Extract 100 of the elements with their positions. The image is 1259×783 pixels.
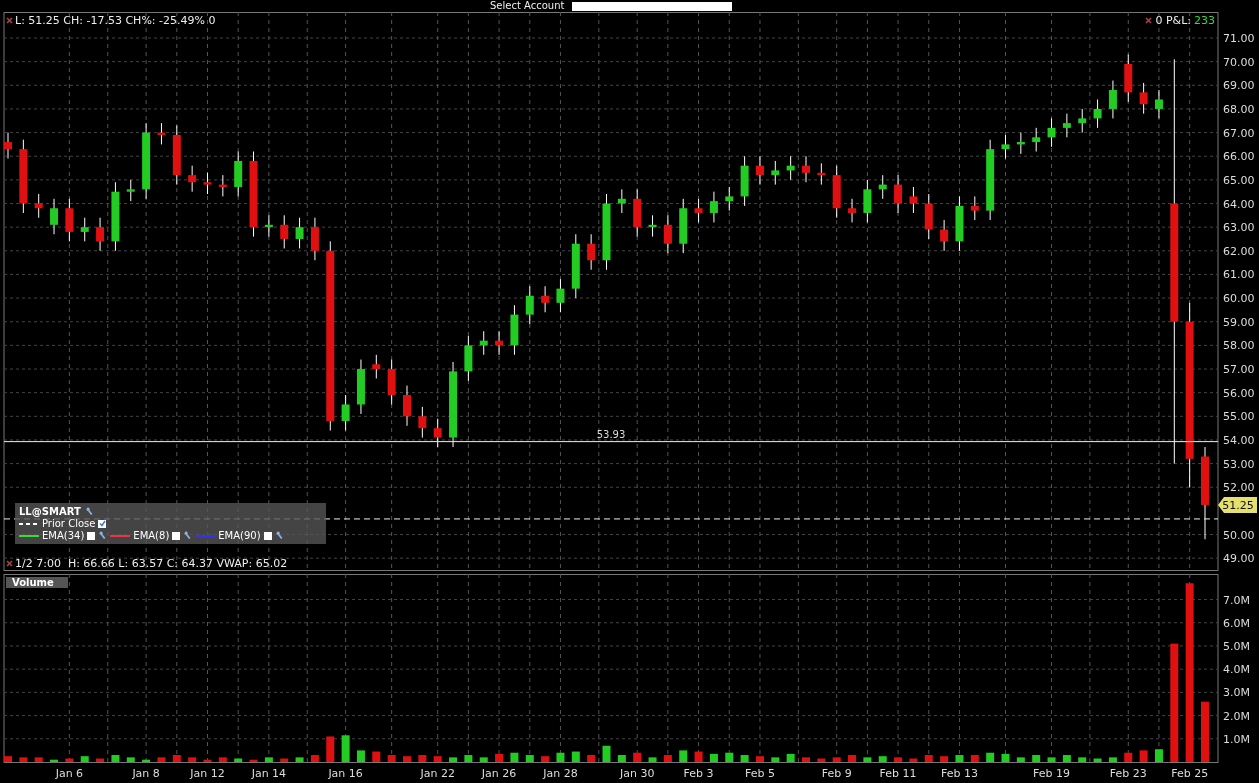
volume-bar [510, 752, 519, 762]
candlestick [356, 359, 365, 415]
account-field[interactable] [572, 1, 733, 11]
axis-label: 2.0M [1223, 709, 1250, 723]
volume-bar [694, 751, 703, 762]
close-icon[interactable] [6, 560, 13, 567]
volume-bar [50, 759, 59, 762]
date-label: Jan 16 [328, 767, 363, 780]
checkbox[interactable] [98, 519, 107, 528]
wrench-icon[interactable] [274, 531, 283, 540]
candlestick [341, 394, 350, 431]
volume-bar [679, 750, 688, 762]
wrench-icon[interactable] [98, 531, 107, 540]
legend-title: LL@SMART [19, 506, 81, 517]
axis-label: 70.00 [1223, 55, 1255, 69]
volume-bar [832, 757, 841, 762]
candlestick [372, 354, 381, 379]
axis-label: 67.00 [1223, 126, 1255, 140]
axis-label: 63.00 [1223, 221, 1255, 235]
volume-bar [433, 756, 442, 762]
candlestick [955, 195, 964, 252]
axis-label: 6.0M [1223, 616, 1250, 630]
volume-bar [234, 758, 243, 762]
axis-label: 4.0M [1223, 663, 1250, 677]
volume-bar [709, 753, 718, 762]
wrench-icon[interactable] [183, 531, 192, 540]
volume-bar [602, 745, 611, 762]
candlestick [218, 174, 227, 197]
candlestick [1108, 80, 1117, 119]
volume-bar [341, 735, 350, 762]
volume-bar [1108, 757, 1117, 762]
candlestick [96, 217, 105, 252]
volume-bar [970, 755, 979, 762]
volume-bar [80, 756, 89, 762]
axis-label: 1.0M [1223, 732, 1250, 746]
axis-label: 60.00 [1223, 292, 1255, 306]
volume-bar [955, 755, 964, 762]
axis-label: 58.00 [1223, 339, 1255, 353]
candlestick [188, 165, 197, 193]
candlestick [1154, 89, 1163, 119]
pane-title: Volume [6, 577, 68, 588]
date-label: Jan 26 [481, 767, 517, 780]
volume-bar [986, 752, 995, 762]
volume-bar [725, 752, 734, 762]
axis-label: 69.00 [1223, 79, 1255, 93]
volume-bar [1078, 757, 1087, 762]
volume-bar [4, 756, 12, 762]
candlestick [924, 193, 933, 240]
candlestick [234, 151, 243, 197]
candlestick [679, 198, 688, 254]
reference-label: 53.93 [596, 428, 626, 440]
volume-bar [863, 757, 872, 762]
checkbox[interactable] [87, 531, 96, 540]
volume-bar [203, 759, 212, 762]
date-label: Jan 8 [132, 767, 160, 780]
date-label: Feb 3 [683, 767, 714, 780]
date-label: Feb 19 [1033, 767, 1071, 780]
candlestick [940, 219, 949, 252]
date-label: Feb 11 [879, 767, 917, 780]
candlestick [418, 406, 427, 439]
volume-bar [326, 736, 335, 762]
candlestick [970, 195, 979, 221]
candlestick [909, 186, 918, 214]
volume-bar [1062, 755, 1071, 762]
volume-bar [280, 758, 289, 762]
checkbox[interactable] [263, 531, 272, 540]
candlestick [1047, 117, 1056, 148]
candlestick [848, 198, 857, 223]
candlestick [771, 160, 780, 186]
date-label: Feb 5 [744, 767, 775, 780]
candlestick [587, 233, 596, 271]
candlestick [464, 335, 473, 382]
axis-label: 57.00 [1223, 363, 1255, 377]
pnl-value: 233 [1194, 14, 1215, 27]
volume-bar [1016, 757, 1025, 762]
volume-bar [126, 757, 135, 762]
volume-bar [617, 755, 626, 762]
volume-bar [771, 757, 780, 762]
quote-line: L: 51.25 CH: -17.53 CH%: -25.49% 0 [15, 14, 216, 27]
candlestick [111, 181, 120, 252]
volume-bar [157, 757, 166, 762]
close-icon[interactable] [1145, 17, 1153, 24]
volume-bar [541, 756, 550, 762]
axis-label: 7.0M [1223, 593, 1250, 607]
volume-bar [310, 755, 319, 762]
candlestick [863, 179, 872, 223]
volume-bar [587, 755, 596, 762]
wrench-icon[interactable] [84, 507, 93, 516]
candlestick [663, 214, 672, 254]
close-icon[interactable] [6, 17, 13, 24]
candlestick [633, 188, 642, 238]
volume-bar [755, 756, 764, 762]
candlestick [1062, 113, 1071, 138]
candlestick [617, 188, 626, 214]
volume-bar [1139, 750, 1148, 762]
candlestick [65, 198, 74, 242]
checkbox[interactable] [172, 531, 181, 540]
volume-bar [34, 757, 43, 762]
candlestick [817, 162, 826, 186]
volume-bar [172, 755, 181, 762]
